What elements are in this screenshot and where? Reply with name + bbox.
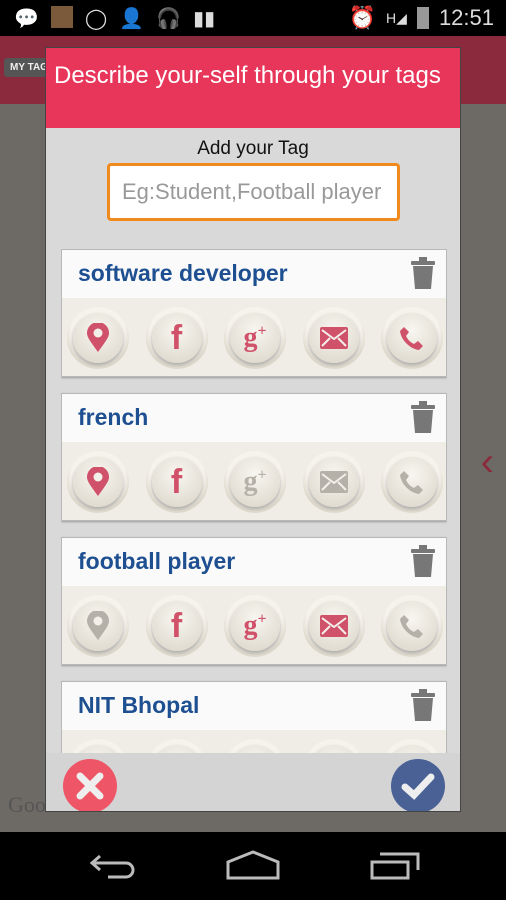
google-plus-toggle-button[interactable]: g+	[224, 307, 286, 369]
email-toggle-button[interactable]	[302, 595, 365, 657]
email-icon	[308, 313, 359, 363]
service-buttons	[62, 730, 446, 753]
phone-toggle-button[interactable]	[381, 595, 443, 657]
tag-card: football player f g+	[61, 537, 447, 665]
battery-icon	[416, 7, 429, 29]
barcode-icon: ▮▮	[193, 8, 216, 30]
phone-icon	[387, 745, 437, 753]
tag-input[interactable]	[107, 163, 400, 221]
google-plus-toggle-button[interactable]: g+	[224, 451, 286, 513]
tag-card: NIT Bhopal	[61, 681, 447, 753]
email-toggle-button[interactable]	[302, 451, 365, 513]
trash-icon[interactable]	[410, 400, 436, 434]
phone-toggle-button[interactable]	[381, 307, 443, 369]
facebook-icon: f	[151, 313, 202, 363]
tag-list[interactable]: software developer f g+ french f g+ football…	[61, 249, 447, 753]
home-icon[interactable]	[226, 850, 280, 880]
chevron-left-icon: ‹	[480, 440, 494, 484]
facebook-toggle-button[interactable]: f	[145, 451, 208, 513]
tag-card: french f g+	[61, 393, 447, 521]
location-toggle-button[interactable]	[67, 739, 129, 753]
dialog-title: Describe your-self through your tags	[46, 48, 460, 128]
network-type: H	[386, 9, 397, 26]
service-buttons: f g+	[62, 298, 446, 376]
describe-tags-dialog: Describe your-self through your tags Add…	[45, 47, 461, 812]
google-plus-icon	[230, 745, 280, 753]
alarm-icon: ⏰	[348, 5, 377, 30]
email-icon	[308, 601, 359, 651]
google-plus-icon: g+	[230, 313, 280, 363]
confirm-button[interactable]	[391, 759, 445, 811]
navigation-bar	[0, 832, 506, 900]
tag-header: football player	[62, 538, 446, 586]
check-icon	[401, 773, 435, 800]
clock: 12:51	[438, 5, 494, 30]
location-toggle-button[interactable]	[67, 307, 129, 369]
service-buttons: f g+	[62, 442, 446, 520]
tag-name: french	[78, 404, 149, 430]
google-plus-toggle-button[interactable]: g+	[224, 595, 286, 657]
location-toggle-button[interactable]	[67, 595, 129, 657]
location-icon	[73, 601, 123, 651]
service-buttons: f g+	[62, 586, 446, 664]
google-plus-icon: g+	[230, 601, 280, 651]
tag-header: NIT Bhopal	[62, 682, 446, 730]
phone-toggle-button[interactable]	[381, 739, 443, 753]
google-plus-toggle-button[interactable]	[224, 739, 286, 753]
status-bar: 💬 ◯ 👤 🎧 ▮▮ ⏰ H◢ 12:51	[0, 0, 506, 36]
trash-icon[interactable]	[410, 688, 436, 722]
phone-icon	[387, 601, 437, 651]
whatsapp-icon: ◯	[84, 8, 108, 30]
trash-icon[interactable]	[410, 544, 436, 578]
dialog-footer	[46, 753, 460, 811]
email-toggle-button[interactable]	[302, 739, 365, 753]
tag-name: software developer	[78, 260, 288, 286]
tag-card: software developer f g+	[61, 249, 447, 377]
facebook-icon: f	[151, 457, 202, 507]
back-icon[interactable]	[88, 850, 138, 880]
phone-toggle-button[interactable]	[381, 451, 443, 513]
email-icon	[308, 457, 359, 507]
tag-name: NIT Bhopal	[78, 692, 200, 718]
location-toggle-button[interactable]	[67, 451, 129, 513]
location-icon	[73, 313, 123, 363]
recents-icon[interactable]	[370, 850, 420, 880]
facebook-toggle-button[interactable]: f	[145, 307, 208, 369]
add-contact-icon: 👤	[119, 8, 145, 30]
location-icon	[73, 745, 123, 753]
bbm-icon: 💬	[14, 8, 39, 30]
facebook-toggle-button[interactable]: f	[145, 595, 208, 657]
facebook-icon	[151, 745, 202, 753]
phone-icon	[387, 457, 437, 507]
close-icon	[76, 772, 104, 800]
trash-icon[interactable]	[410, 256, 436, 290]
phone-icon	[387, 313, 437, 363]
add-tag-label: Add your Tag	[197, 138, 309, 159]
facebook-icon: f	[151, 601, 202, 651]
google-plus-icon: g+	[230, 457, 280, 507]
location-icon	[73, 457, 123, 507]
email-toggle-button[interactable]	[302, 307, 365, 369]
headphones-icon: 🎧	[156, 8, 182, 30]
game-icon	[50, 6, 73, 28]
email-icon	[308, 745, 359, 753]
cancel-button[interactable]	[63, 759, 117, 811]
facebook-toggle-button[interactable]	[145, 739, 208, 753]
signal-icon: H◢	[386, 9, 407, 26]
map-watermark: Goo	[8, 792, 46, 817]
tag-header: software developer	[62, 250, 446, 298]
tag-name: football player	[78, 548, 236, 574]
tag-header: french	[62, 394, 446, 442]
